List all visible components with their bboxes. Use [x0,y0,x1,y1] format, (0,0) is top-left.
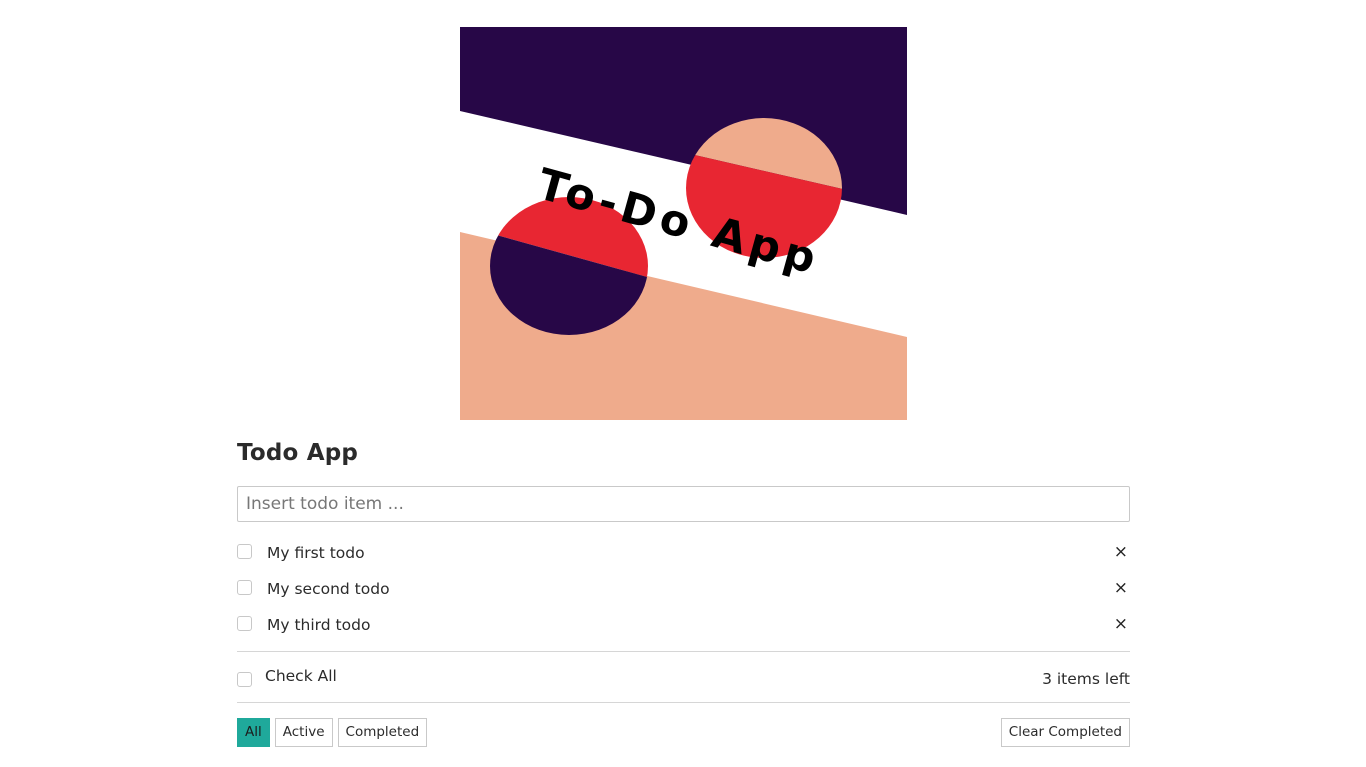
todo-item: My second todo × [237,571,1130,607]
clear-completed-button[interactable]: Clear Completed [1000,718,1130,747]
divider [237,702,1130,703]
todo-label: My first todo [267,544,365,562]
todo-item: My first todo × [237,535,1130,571]
todo-checkbox[interactable] [237,616,252,631]
filter-group: All Active Completed [237,718,428,747]
divider [237,651,1130,652]
todo-app: Todo App My first todo × My second todo … [237,436,1130,747]
items-left-counter: 3 items left [1042,670,1130,688]
remove-todo-icon[interactable]: × [1114,542,1128,562]
todo-item: My third todo × [237,607,1130,643]
remove-todo-icon[interactable]: × [1114,614,1128,634]
hero-banner-image: To-Do App [460,27,907,420]
todo-label: My second todo [267,580,390,598]
filter-completed-button[interactable]: Completed [337,718,428,747]
remove-todo-icon[interactable]: × [1114,578,1128,598]
check-all-toggle[interactable]: Check All [237,665,637,689]
hero-illustration: To-Do App [460,27,907,420]
page-title: Todo App [237,440,359,466]
new-todo-input[interactable] [237,486,1130,522]
check-all-checkbox[interactable] [237,672,252,687]
todo-checkbox[interactable] [237,580,252,595]
filter-all-button[interactable]: All [237,718,270,747]
todo-list: My first todo × My second todo × My thir… [237,535,1130,643]
todo-label: My third todo [267,616,371,634]
check-all-label: Check All [265,667,337,685]
filter-active-button[interactable]: Active [274,718,333,747]
todo-checkbox[interactable] [237,544,252,559]
